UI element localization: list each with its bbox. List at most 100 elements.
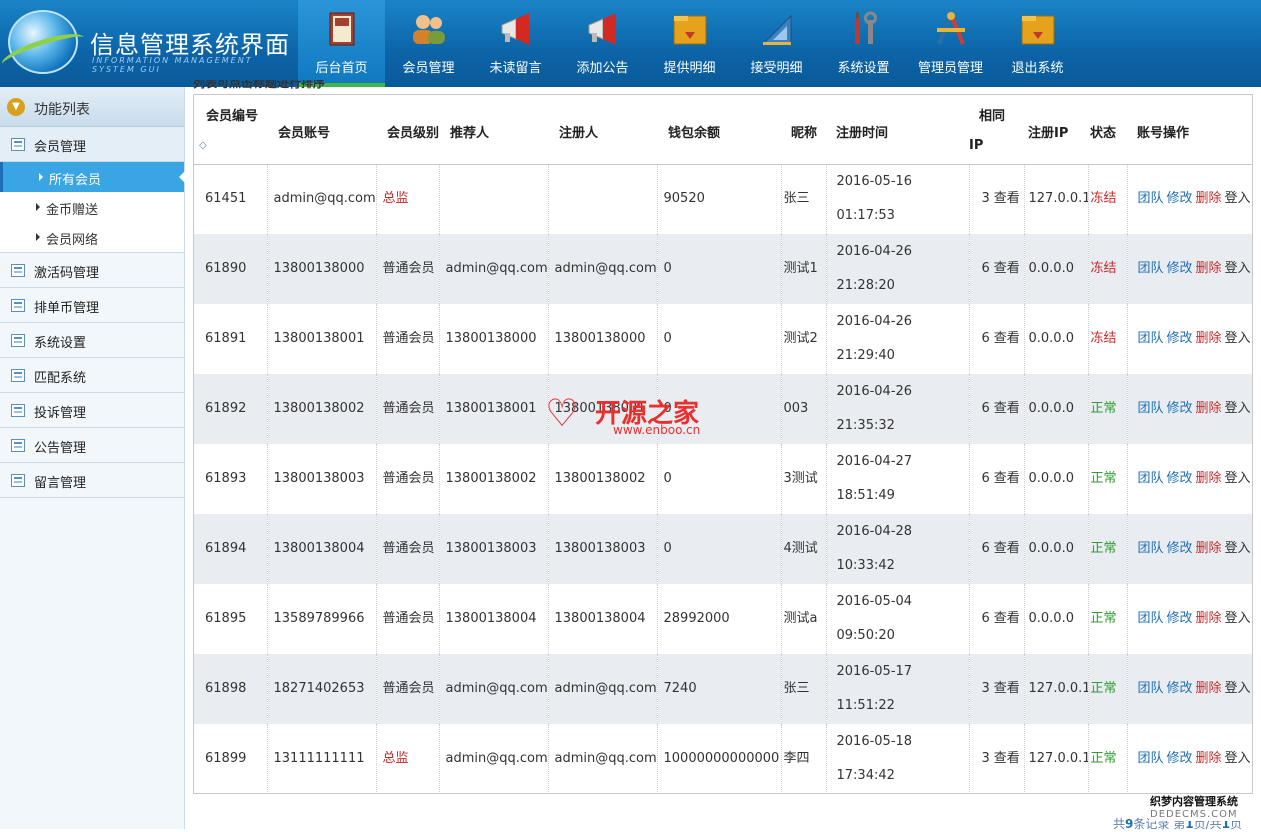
edit-icon: [11, 439, 25, 452]
col-balance[interactable]: 钱包余额: [657, 95, 781, 165]
edit-link[interactable]: 修改: [1167, 401, 1193, 416]
team-link[interactable]: 团队: [1138, 541, 1164, 556]
sort-icon[interactable]: ◇: [199, 140, 207, 151]
same-ip-view-link[interactable]: 查看: [990, 681, 1020, 696]
sidebar-group-label: 投诉管理: [34, 406, 87, 421]
edit-link[interactable]: 修改: [1167, 681, 1193, 696]
cell-ops: 团队 修改 删除 登入: [1127, 724, 1252, 794]
sidebar-group-6[interactable]: 公告管理: [0, 428, 184, 463]
sidebar-group-0[interactable]: 会员管理: [0, 127, 184, 162]
nav-item-7[interactable]: 管理员管理: [907, 0, 994, 87]
col-reg-time[interactable]: 注册时间: [826, 95, 969, 165]
col-nickname[interactable]: 昵称: [781, 95, 826, 165]
nav-item-8[interactable]: 退出系统: [994, 0, 1081, 87]
edit-link[interactable]: 修改: [1167, 751, 1193, 766]
delete-link[interactable]: 删除: [1196, 681, 1222, 696]
cell-id: 61899: [194, 724, 268, 794]
team-link[interactable]: 团队: [1138, 401, 1164, 416]
team-link[interactable]: 团队: [1138, 751, 1164, 766]
cell-registrar: 13800138003: [548, 514, 658, 584]
team-link[interactable]: 团队: [1138, 611, 1164, 626]
delete-link[interactable]: 删除: [1196, 191, 1222, 206]
sidebar-item-0[interactable]: 所有会员: [0, 162, 185, 192]
caret-right-icon: [36, 203, 40, 211]
sort-hint: 列表可点击标题进行排序: [193, 80, 326, 90]
sidebar-item-2[interactable]: 会员网络: [0, 222, 184, 252]
table-row: 61895 13589789966 普通会员 13800138004 138001380…: [194, 584, 1252, 654]
cell-level: 普通会员: [376, 444, 440, 514]
cell-level: 总监: [376, 724, 440, 794]
sidebar-item-1[interactable]: 金币赠送: [0, 192, 184, 222]
cell-reg-time: 2016-05-04 09:50:20: [826, 584, 970, 654]
team-link[interactable]: 团队: [1138, 261, 1164, 276]
login-link[interactable]: 登入: [1225, 191, 1251, 206]
same-ip-view-link[interactable]: 查看: [990, 541, 1020, 556]
same-ip-view-link[interactable]: 查看: [990, 751, 1020, 766]
login-link[interactable]: 登入: [1225, 541, 1251, 556]
delete-link[interactable]: 删除: [1196, 401, 1222, 416]
col-referrer[interactable]: 推荐人: [439, 95, 548, 165]
sidebar-submenu: 所有会员 金币赠送 会员网络: [0, 162, 185, 253]
delete-link[interactable]: 删除: [1196, 261, 1222, 276]
login-link[interactable]: 登入: [1225, 401, 1251, 416]
login-link[interactable]: 登入: [1225, 611, 1251, 626]
team-link[interactable]: 团队: [1138, 681, 1164, 696]
col-status[interactable]: 状态: [1088, 95, 1127, 165]
edit-link[interactable]: 修改: [1167, 541, 1193, 556]
nav-item-3[interactable]: 添加公告: [559, 0, 646, 87]
sidebar-group-2[interactable]: 排单币管理: [0, 288, 184, 323]
cell-reg-ip: 0.0.0.0: [1024, 444, 1089, 514]
same-ip-view-link[interactable]: 查看: [990, 191, 1020, 206]
cell-account: admin@qq.com: [267, 164, 377, 234]
team-link[interactable]: 团队: [1138, 191, 1164, 206]
delete-link[interactable]: 删除: [1196, 541, 1222, 556]
edit-link[interactable]: 修改: [1167, 471, 1193, 486]
sidebar-group-4[interactable]: 匹配系统: [0, 358, 184, 393]
nav-item-2[interactable]: 未读留言: [472, 0, 559, 87]
edit-link[interactable]: 修改: [1167, 261, 1193, 276]
cell-id: 61894: [194, 514, 268, 584]
sidebar-group-3[interactable]: 系统设置: [0, 323, 184, 358]
login-link[interactable]: 登入: [1225, 681, 1251, 696]
nav-item-label: 添加公告: [576, 61, 629, 76]
col-level[interactable]: 会员级别: [376, 95, 439, 165]
nav-item-0[interactable]: 后台首页: [298, 0, 385, 87]
login-link[interactable]: 登入: [1225, 471, 1251, 486]
sidebar-group-5[interactable]: 投诉管理: [0, 393, 184, 428]
login-link[interactable]: 登入: [1225, 261, 1251, 276]
col-same-ip[interactable]: 相同 IP: [969, 95, 1024, 165]
folder-icon: [670, 10, 710, 48]
same-ip-view-link[interactable]: 查看: [990, 331, 1020, 346]
same-ip-view-link[interactable]: 查看: [990, 261, 1020, 276]
same-ip-view-link[interactable]: 查看: [990, 611, 1020, 626]
col-reg-ip[interactable]: 注册IP: [1024, 95, 1088, 165]
same-ip-view-link[interactable]: 查看: [990, 471, 1020, 486]
cell-ops: 团队 修改 删除 登入: [1127, 304, 1252, 374]
edit-link[interactable]: 修改: [1167, 331, 1193, 346]
cell-account: 13800138004: [267, 514, 377, 584]
nav-item-6[interactable]: 系统设置: [820, 0, 907, 87]
cell-nickname: 张三: [781, 164, 827, 234]
cell-reg-ip: 127.0.0.1: [1024, 654, 1089, 724]
nav-item-4[interactable]: 提供明细: [646, 0, 733, 87]
edit-link[interactable]: 修改: [1167, 611, 1193, 626]
team-link[interactable]: 团队: [1138, 471, 1164, 486]
team-link[interactable]: 团队: [1138, 331, 1164, 346]
same-ip-view-link[interactable]: 查看: [990, 401, 1020, 416]
col-registrar[interactable]: 注册人: [548, 95, 657, 165]
cell-ops: 团队 修改 删除 登入: [1127, 164, 1252, 234]
delete-link[interactable]: 删除: [1196, 751, 1222, 766]
col-account[interactable]: 会员账号: [267, 95, 376, 165]
sidebar-group-7[interactable]: 留言管理: [0, 463, 184, 498]
edit-link[interactable]: 修改: [1167, 191, 1193, 206]
login-link[interactable]: 登入: [1225, 751, 1251, 766]
login-link[interactable]: 登入: [1225, 331, 1251, 346]
nav-item-1[interactable]: 会员管理: [385, 0, 472, 87]
delete-link[interactable]: 删除: [1196, 611, 1222, 626]
delete-link[interactable]: 删除: [1196, 331, 1222, 346]
delete-link[interactable]: 删除: [1196, 471, 1222, 486]
cell-ops: 团队 修改 删除 登入: [1127, 584, 1252, 654]
sidebar-group-1[interactable]: 激活码管理: [0, 253, 184, 288]
col-id[interactable]: 会员编号 ◇: [194, 95, 267, 165]
nav-item-5[interactable]: 接受明细: [733, 0, 820, 87]
